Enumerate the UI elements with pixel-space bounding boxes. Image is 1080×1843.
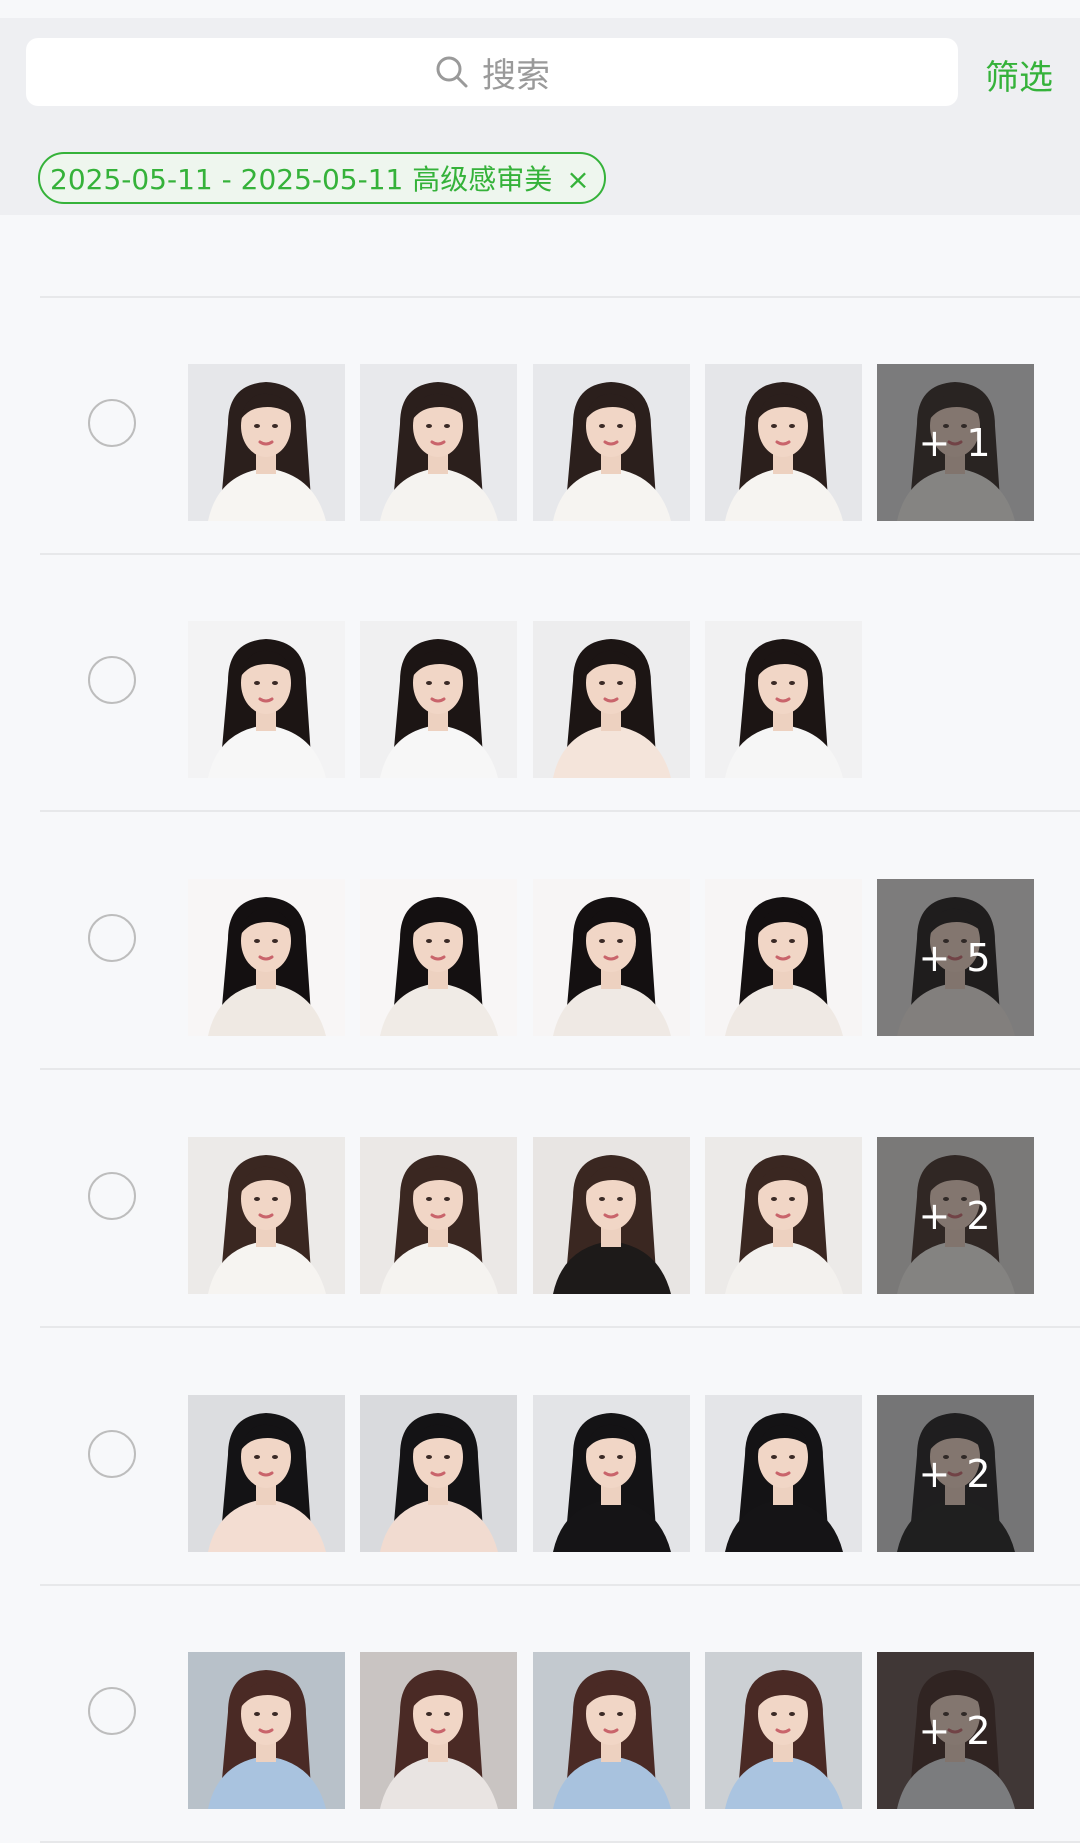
photo-thumbnail[interactable] — [188, 1395, 345, 1552]
active-filter-chip[interactable]: 2025-05-11 - 2025-05-11 高级感审美 × — [38, 152, 606, 204]
photo-thumbnail[interactable]: + 2 — [877, 1395, 1034, 1552]
list-item[interactable]: + 2 — [0, 1071, 1080, 1328]
photo-thumbnail[interactable]: + 2 — [877, 1652, 1034, 1809]
search-input[interactable]: 搜索 — [26, 38, 958, 106]
list-item[interactable] — [0, 555, 1080, 812]
photo-thumbnail[interactable] — [360, 364, 517, 521]
photo-thumbnail[interactable]: + 5 — [877, 879, 1034, 1036]
select-radio[interactable] — [88, 1172, 136, 1220]
list-item[interactable]: + 2 — [0, 1329, 1080, 1586]
row-divider — [40, 1068, 1080, 1070]
row-divider — [40, 1326, 1080, 1328]
more-count-badge[interactable]: + 2 — [877, 1652, 1034, 1809]
photo-thumbnail[interactable] — [705, 1652, 862, 1809]
photo-thumbnail[interactable] — [360, 1395, 517, 1552]
photo-thumbnail[interactable] — [705, 879, 862, 1036]
photo-thumbnail[interactable] — [533, 1652, 690, 1809]
select-radio[interactable] — [88, 1430, 136, 1478]
list-item[interactable]: + 5 — [0, 813, 1080, 1070]
select-radio[interactable] — [88, 656, 136, 704]
photo-thumbnail[interactable] — [360, 1652, 517, 1809]
status-strip — [0, 0, 1080, 18]
photo-thumbnail[interactable] — [188, 364, 345, 521]
photo-thumbnail[interactable] — [188, 1652, 345, 1809]
photo-thumbnail[interactable] — [705, 621, 862, 778]
photo-thumbnail[interactable] — [533, 1395, 690, 1552]
photo-thumbnail[interactable] — [533, 1137, 690, 1294]
close-icon[interactable]: × — [566, 166, 589, 194]
more-count-badge[interactable]: + 2 — [877, 1395, 1034, 1552]
photo-thumbnail[interactable] — [188, 1137, 345, 1294]
photo-thumbnail[interactable] — [533, 621, 690, 778]
photo-thumbnail[interactable] — [188, 879, 345, 1036]
list-item[interactable]: + 2 — [0, 1586, 1080, 1843]
active-filter-label: 2025-05-11 - 2025-05-11 高级感审美 — [50, 163, 553, 196]
filter-button[interactable]: 筛选 — [985, 50, 1053, 99]
row-divider — [40, 810, 1080, 812]
photo-thumbnail[interactable] — [533, 364, 690, 521]
photo-thumbnail[interactable]: + 2 — [877, 1137, 1034, 1294]
select-radio[interactable] — [88, 399, 136, 447]
more-count-badge[interactable]: + 2 — [877, 1137, 1034, 1294]
photo-thumbnail[interactable] — [360, 1137, 517, 1294]
photo-thumbnail[interactable] — [705, 364, 862, 521]
more-count-badge[interactable]: + 5 — [877, 879, 1034, 1036]
photo-thumbnail[interactable] — [360, 621, 517, 778]
photo-thumbnail[interactable] — [705, 1137, 862, 1294]
photo-thumbnail[interactable] — [705, 1395, 862, 1552]
photo-thumbnail[interactable] — [533, 879, 690, 1036]
photo-thumbnail[interactable] — [360, 879, 517, 1036]
select-radio[interactable] — [88, 1687, 136, 1735]
list-item[interactable]: + 1 — [0, 298, 1080, 555]
photo-thumbnail[interactable] — [188, 621, 345, 778]
top-bar: 搜索 筛选 2025-05-11 - 2025-05-11 高级感审美 × — [0, 0, 1080, 215]
search-icon — [434, 54, 470, 90]
photo-thumbnail[interactable]: + 1 — [877, 364, 1034, 521]
search-placeholder: 搜索 — [482, 55, 550, 96]
more-count-badge[interactable]: + 1 — [877, 364, 1034, 521]
select-radio[interactable] — [88, 914, 136, 962]
